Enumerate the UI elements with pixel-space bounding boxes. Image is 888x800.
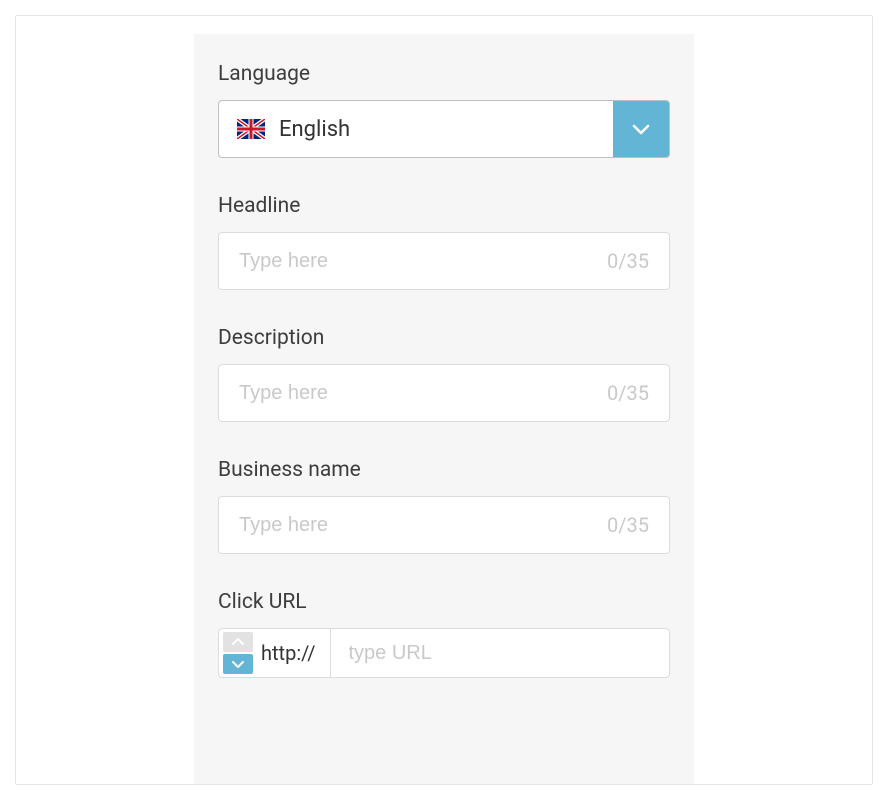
business-name-char-counter: 0/35: [607, 513, 649, 537]
language-label: Language: [218, 62, 670, 86]
click-url-row: http://: [218, 628, 670, 678]
headline-label: Headline: [218, 194, 670, 218]
chevron-down-icon: [629, 117, 653, 141]
business-name-label: Business name: [218, 458, 670, 482]
chevron-up-icon: [231, 637, 245, 647]
protocol-down-button[interactable]: [223, 654, 253, 674]
business-name-field-group: Business name 0/35: [218, 458, 670, 554]
language-selected-value: English: [279, 117, 613, 142]
headline-field-group: Headline 0/35: [218, 194, 670, 290]
business-name-input[interactable]: [239, 514, 607, 537]
headline-char-counter: 0/35: [607, 249, 649, 273]
click-url-input[interactable]: [331, 629, 670, 677]
description-input[interactable]: [239, 382, 607, 405]
click-url-label: Click URL: [218, 590, 670, 614]
language-dropdown-toggle[interactable]: [613, 101, 669, 157]
description-char-counter: 0/35: [607, 381, 649, 405]
headline-input-wrap: 0/35: [218, 232, 670, 290]
business-name-input-wrap: 0/35: [218, 496, 670, 554]
click-url-field-group: Click URL http://: [218, 590, 670, 678]
language-select[interactable]: English: [218, 100, 670, 158]
form-frame: Language English: [15, 15, 873, 785]
form-panel: Language English: [194, 34, 694, 784]
chevron-down-icon: [231, 659, 245, 669]
description-label: Description: [218, 326, 670, 350]
protocol-up-button[interactable]: [223, 632, 253, 652]
description-input-wrap: 0/35: [218, 364, 670, 422]
uk-flag-icon: [237, 119, 265, 139]
language-field-group: Language English: [218, 62, 670, 158]
protocol-spinner: [219, 629, 255, 677]
protocol-value: http://: [255, 629, 331, 677]
headline-input[interactable]: [239, 250, 607, 273]
description-field-group: Description 0/35: [218, 326, 670, 422]
